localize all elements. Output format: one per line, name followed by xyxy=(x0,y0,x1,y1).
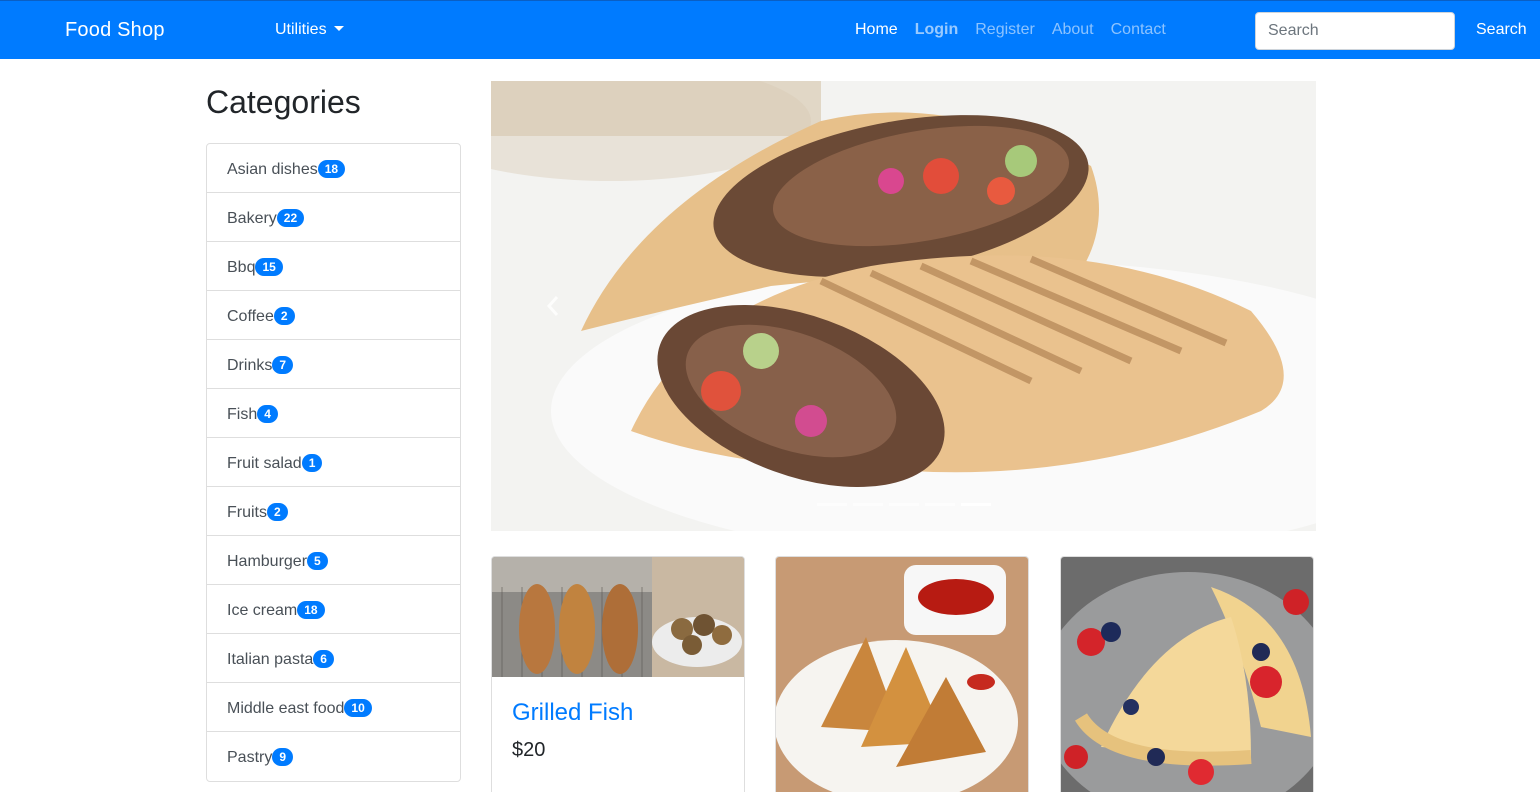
category-item-fish[interactable]: Fish 4 xyxy=(207,389,460,438)
category-item-bakery[interactable]: Bakery 22 xyxy=(207,193,460,242)
hero-carousel[interactable] xyxy=(491,81,1316,531)
count-badge: 2 xyxy=(273,307,295,325)
carousel-indicator-active[interactable] xyxy=(960,503,991,506)
category-label: Hamburger xyxy=(227,553,308,570)
product-title[interactable]: Grilled Fish xyxy=(512,699,633,727)
search-input[interactable] xyxy=(1255,12,1455,50)
category-label: Italian pasta xyxy=(227,651,314,668)
chevron-down-icon xyxy=(333,26,344,31)
nav-contact[interactable]: Contact xyxy=(1111,21,1166,39)
grilled-fish-photo xyxy=(492,557,744,677)
category-item-bbq[interactable]: Bbq 15 xyxy=(207,242,460,291)
categories-heading: Categories xyxy=(206,84,361,120)
utilities-dropdown[interactable]: Utilities xyxy=(275,21,344,39)
chevron-left-icon[interactable] xyxy=(543,291,563,321)
category-item-italian-pasta[interactable]: Italian pasta 6 xyxy=(207,634,460,683)
count-badge: 2 xyxy=(267,503,288,521)
category-label: Bakery xyxy=(227,210,277,227)
nav-register[interactable]: Register xyxy=(975,21,1035,39)
count-badge: 9 xyxy=(272,748,294,766)
carousel-indicator[interactable] xyxy=(852,503,883,506)
category-label: Coffee xyxy=(227,308,274,325)
category-label: Fruit salad xyxy=(227,455,302,472)
category-item-coffee[interactable]: Coffee 2 xyxy=(207,291,460,340)
category-list: Asian dishes 18 Bakery 22 Bbq 15 Coffee 2 Dr… xyxy=(206,143,461,782)
nav-login[interactable]: Login xyxy=(915,21,959,39)
category-item-ice-cream[interactable]: Ice cream 18 xyxy=(207,585,460,634)
count-badge: 5 xyxy=(307,552,328,570)
category-label: Pastry xyxy=(227,749,273,766)
category-label: Fish xyxy=(227,406,258,423)
category-label: Bbq xyxy=(227,259,256,276)
count-badge: 7 xyxy=(272,356,294,374)
carousel-indicator[interactable] xyxy=(924,503,955,506)
category-item-asian-dishes[interactable]: Asian dishes 18 xyxy=(207,144,460,193)
category-label: Fruits xyxy=(227,504,267,521)
category-label: Middle east food xyxy=(227,700,345,717)
product-card[interactable]: Grilled Fish $20 xyxy=(491,556,745,792)
count-badge: 22 xyxy=(276,209,305,227)
category-label: Asian dishes xyxy=(227,161,318,178)
category-label: Drinks xyxy=(227,357,273,374)
shawarma-wrap-photo xyxy=(491,81,1316,531)
category-item-pastry[interactable]: Pastry 9 xyxy=(207,732,460,781)
nav-about[interactable]: About xyxy=(1052,21,1094,39)
search-button[interactable]: Search xyxy=(1476,21,1527,39)
utilities-label: Utilities xyxy=(275,21,327,38)
count-badge: 18 xyxy=(317,160,346,178)
category-label: Ice cream xyxy=(227,602,298,619)
category-item-fruit-salad[interactable]: Fruit salad 1 xyxy=(207,438,460,487)
navbar: Food Shop Utilities Home Login Register … xyxy=(0,0,1540,59)
brand-link[interactable]: Food Shop xyxy=(65,19,165,42)
nav-links: Home Login Register About Contact xyxy=(855,21,1183,39)
count-badge: 10 xyxy=(344,699,372,717)
count-badge: 6 xyxy=(313,650,334,668)
count-badge: 18 xyxy=(297,601,325,619)
category-item-fruits[interactable]: Fruits 2 xyxy=(207,487,460,536)
samosa-photo xyxy=(776,557,1028,792)
product-card[interactable] xyxy=(775,556,1029,792)
carousel-indicator[interactable] xyxy=(816,503,847,506)
crepes-berries-photo xyxy=(1061,557,1313,792)
count-badge: 15 xyxy=(255,258,283,276)
product-price: $20 xyxy=(512,739,546,761)
category-item-drinks[interactable]: Drinks 7 xyxy=(207,340,460,389)
count-badge: 1 xyxy=(301,454,323,472)
product-card[interactable] xyxy=(1060,556,1314,792)
carousel-indicators xyxy=(491,503,1316,506)
carousel-indicator[interactable] xyxy=(888,503,919,506)
count-badge: 4 xyxy=(257,405,278,423)
category-item-middle-east-food[interactable]: Middle east food 10 xyxy=(207,683,460,732)
nav-home[interactable]: Home xyxy=(855,21,898,39)
category-item-hamburger[interactable]: Hamburger 5 xyxy=(207,536,460,585)
